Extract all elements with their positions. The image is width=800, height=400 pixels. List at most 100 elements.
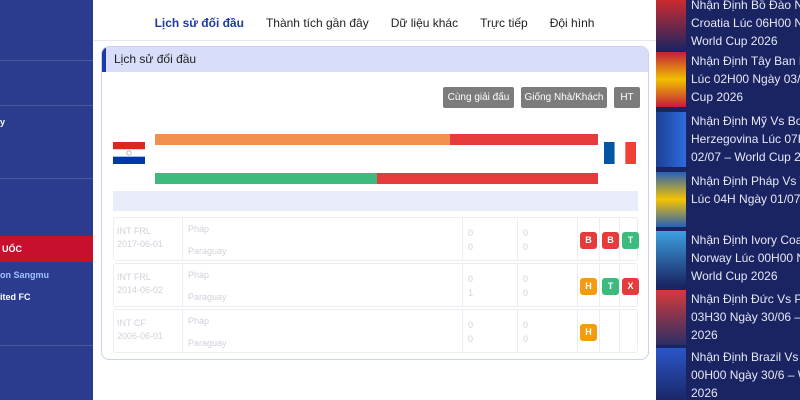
match-row[interactable]: INT CF 2006-06-01 Pháp Paraguay 0 0 0 0 … xyxy=(113,309,638,353)
news-item[interactable]: Nhận Định Brazil Vs J 00H00 Ngày 30/6 – W… xyxy=(656,348,800,400)
over-under-badge: T xyxy=(622,232,639,249)
left-club-text: ited FC xyxy=(0,292,31,302)
news-item[interactable]: Nhận Định Mỹ Vs Bos Herzegovina Lúc 07H 02… xyxy=(656,112,800,167)
cell-divider xyxy=(517,218,518,260)
result-badge: H xyxy=(580,324,597,341)
match-row[interactable]: INT FRL 2017-06-01 Pháp Paraguay 0 0 0 0… xyxy=(113,217,639,261)
match-date: 2006-06-01 xyxy=(117,331,164,341)
left-sidebar: y UỐC on Sangmu ited FC xyxy=(0,0,93,400)
ft-score-home: 0 xyxy=(468,320,474,330)
left-section-band: UỐC xyxy=(0,236,93,262)
match-league: INT FRL xyxy=(117,272,151,282)
cell-divider xyxy=(599,218,600,260)
cell-divider xyxy=(599,264,600,306)
divider xyxy=(0,60,93,61)
news-item[interactable]: Nhận Định Tây Ban N Lúc 02H00 Ngày 03/Cup… xyxy=(656,52,800,107)
cell-divider xyxy=(462,264,463,306)
match-analysis-modal: Lịch sử đối đầu Thành tích gần đây Dữ li… xyxy=(93,0,656,400)
news-title[interactable]: Nhận Định Đức Vs Po 03H30 Ngày 30/06 –202… xyxy=(691,290,800,344)
head-to-head-panel: Lịch sử đối đầu Cùng giải đấu Giống Nhà/… xyxy=(101,46,649,360)
news-title[interactable]: Nhận Định Bồ Đào N Croatia Lúc 06H00 N Wor… xyxy=(691,0,800,50)
bar-top-home-segment xyxy=(155,134,451,145)
news-title[interactable]: Nhận Định Pháp Vs T Lúc 04H Ngày 01/07 xyxy=(691,172,800,208)
match-away-team: Paraguay xyxy=(188,292,227,302)
same-home-away-filter-button[interactable]: Giống Nhà/Khách xyxy=(521,87,607,108)
ft-score-away: 0 xyxy=(468,334,474,344)
handicap-badge: T xyxy=(602,278,619,295)
over-under-badge: X xyxy=(622,278,639,295)
result-badge: H xyxy=(580,278,597,295)
news-item[interactable]: Nhận Định Đức Vs Po 03H30 Ngày 30/06 –202… xyxy=(656,290,800,345)
cell-divider xyxy=(182,218,183,260)
news-thumbnail xyxy=(656,0,686,51)
divider xyxy=(0,178,93,179)
ht-score-away: 0 xyxy=(523,242,529,252)
tab-live[interactable]: Trực tiếp xyxy=(480,8,528,38)
news-item[interactable]: Nhận Định Pháp Vs T Lúc 04H Ngày 01/07 xyxy=(656,172,800,227)
same-league-filter-button[interactable]: Cùng giải đấu xyxy=(443,87,514,108)
match-date: 2014-06-02 xyxy=(117,285,164,295)
ht-score-away: 0 xyxy=(523,334,529,344)
handicap-badge: B xyxy=(602,232,619,249)
left-section-label: UỐC xyxy=(2,244,22,254)
news-item[interactable]: Nhận Định Bồ Đào N Croatia Lúc 06H00 N Wor… xyxy=(656,0,800,51)
cell-divider xyxy=(577,310,578,352)
news-thumbnail xyxy=(656,231,686,286)
left-player-link[interactable]: on Sangmu xyxy=(0,270,49,280)
news-thumbnail xyxy=(656,112,686,167)
tab-recent-form[interactable]: Thành tích gần đây xyxy=(266,8,369,38)
match-away-team: Paraguay xyxy=(188,338,227,348)
ht-score-home: 0 xyxy=(523,320,529,330)
paraguay-flag-icon xyxy=(113,142,145,164)
ft-score-away: 0 xyxy=(468,242,474,252)
divider xyxy=(0,345,93,346)
win-rate-bar-top xyxy=(155,134,598,145)
ht-score-home: 0 xyxy=(523,274,529,284)
ht-score-home: 0 xyxy=(523,228,529,238)
cell-divider xyxy=(182,264,183,306)
news-thumbnail xyxy=(656,172,686,227)
bar-top-away-segment xyxy=(450,134,598,145)
ft-score-home: 0 xyxy=(468,228,474,238)
ft-score-home: 0 xyxy=(468,274,474,284)
bar-bottom-home-segment xyxy=(155,173,377,184)
panel-title: Lịch sử đối đầu xyxy=(114,52,197,66)
ft-score-away: 1 xyxy=(468,288,474,298)
match-home-team: Pháp xyxy=(188,316,210,326)
news-title[interactable]: Nhận Định Ivory Coa Norway Lúc 00H00 N Wor… xyxy=(691,231,800,285)
match-date: 2017-06-01 xyxy=(117,239,164,249)
cell-divider xyxy=(619,264,620,306)
news-title[interactable]: Nhận Định Mỹ Vs Bos Herzegovina Lúc 07H 02… xyxy=(691,112,800,166)
divider xyxy=(0,105,93,106)
cell-divider xyxy=(577,264,578,306)
match-table-header xyxy=(113,191,638,211)
news-title[interactable]: Nhận Định Tây Ban N Lúc 02H00 Ngày 03/Cup… xyxy=(691,52,800,106)
match-league: INT FRL xyxy=(117,226,151,236)
cell-divider xyxy=(462,310,463,352)
match-away-team: Paraguay xyxy=(188,246,227,256)
match-home-team: Pháp xyxy=(188,270,210,280)
match-row[interactable]: INT FRL 2014-06-02 Pháp Paraguay 0 1 0 0… xyxy=(113,263,639,307)
news-thumbnail xyxy=(656,348,686,400)
tab-other-data[interactable]: Dữ liệu khác xyxy=(391,8,458,38)
panel-header: Lịch sử đối đầu xyxy=(102,47,648,72)
news-thumbnail xyxy=(656,290,686,345)
cell-divider xyxy=(619,310,620,352)
tab-head-to-head[interactable]: Lịch sử đối đầu xyxy=(155,8,244,38)
cell-divider xyxy=(517,264,518,306)
tab-lineup[interactable]: Đội hình xyxy=(550,8,595,38)
tab-bar: Lịch sử đối đầu Thành tích gần đây Dữ li… xyxy=(93,8,656,38)
cell-divider xyxy=(517,310,518,352)
cell-divider xyxy=(182,310,183,352)
right-sidebar-news: Nhận Định Bồ Đào N Croatia Lúc 06H00 N Wor… xyxy=(656,0,800,400)
cell-divider xyxy=(619,218,620,260)
tabs-divider xyxy=(93,40,656,41)
half-time-filter-button[interactable]: HT xyxy=(614,87,640,108)
bar-bottom-away-segment xyxy=(376,173,598,184)
match-home-team: Pháp xyxy=(188,224,210,234)
news-thumbnail xyxy=(656,52,686,107)
news-title[interactable]: Nhận Định Brazil Vs J 00H00 Ngày 30/6 – W… xyxy=(691,348,800,400)
news-item[interactable]: Nhận Định Ivory Coa Norway Lúc 00H00 N Wor… xyxy=(656,231,800,286)
match-league: INT CF xyxy=(117,318,146,328)
france-flag-icon xyxy=(604,142,636,164)
